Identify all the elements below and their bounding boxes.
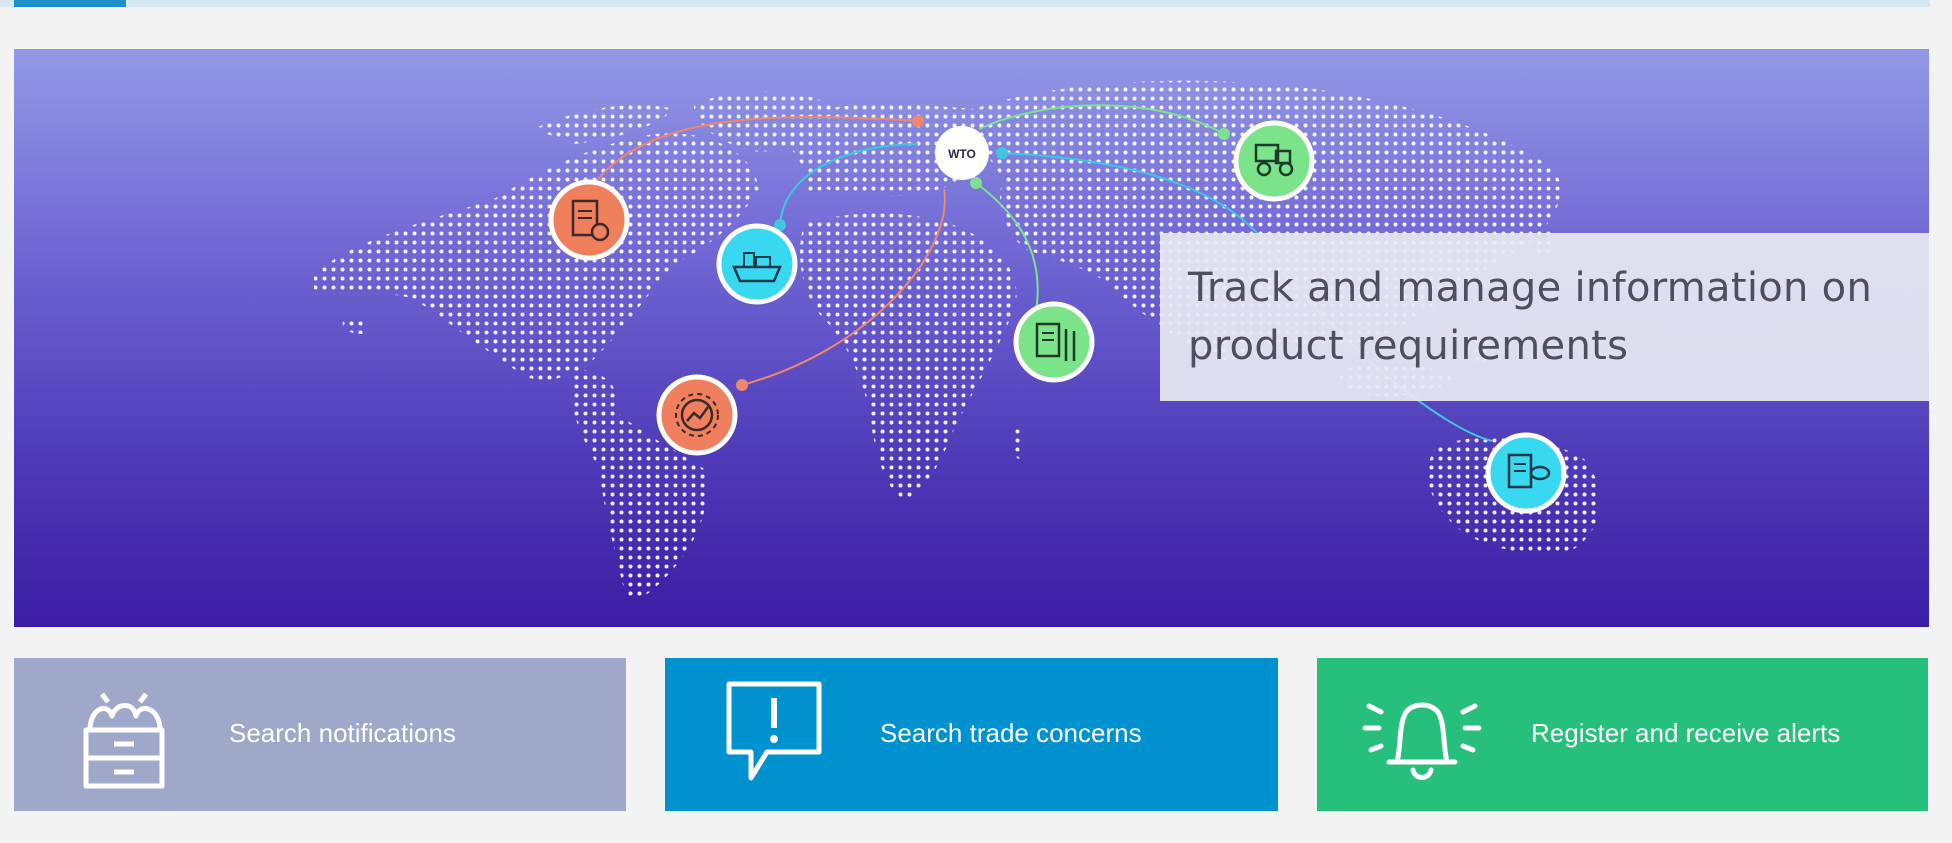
search-trade-concerns-button[interactable]: Search trade concerns [665,658,1278,811]
alert-speech-icon [726,681,822,781]
gear-chart-icon [656,374,738,456]
search-notifications-label: Search notifications [229,718,456,748]
document-wheat-icon [1013,301,1095,383]
wto-hub-label: WTO [948,147,976,161]
register-alerts-label: Register and receive alerts [1531,718,1841,748]
hero-caption: Track and manage information on product … [1188,265,1873,369]
hero-caption-box: Track and manage information on product … [1160,233,1929,401]
wto-hub: WTO [935,126,989,180]
bell-icon [1362,702,1482,780]
top-progress-bar [0,0,1930,7]
search-notifications-button[interactable]: Search notifications [14,658,626,811]
register-alerts-button[interactable]: Register and receive alerts [1317,658,1928,811]
tractor-icon [1233,120,1315,202]
crate-icon [83,692,165,789]
search-trade-concerns-label: Search trade concerns [880,718,1142,748]
document-gear-icon [548,179,630,261]
document-fish-icon [1485,432,1567,514]
top-progress-active [14,0,126,7]
hero-banner: WTO Track and manage information on prod… [14,49,1929,627]
cargo-ship-icon [716,223,798,305]
